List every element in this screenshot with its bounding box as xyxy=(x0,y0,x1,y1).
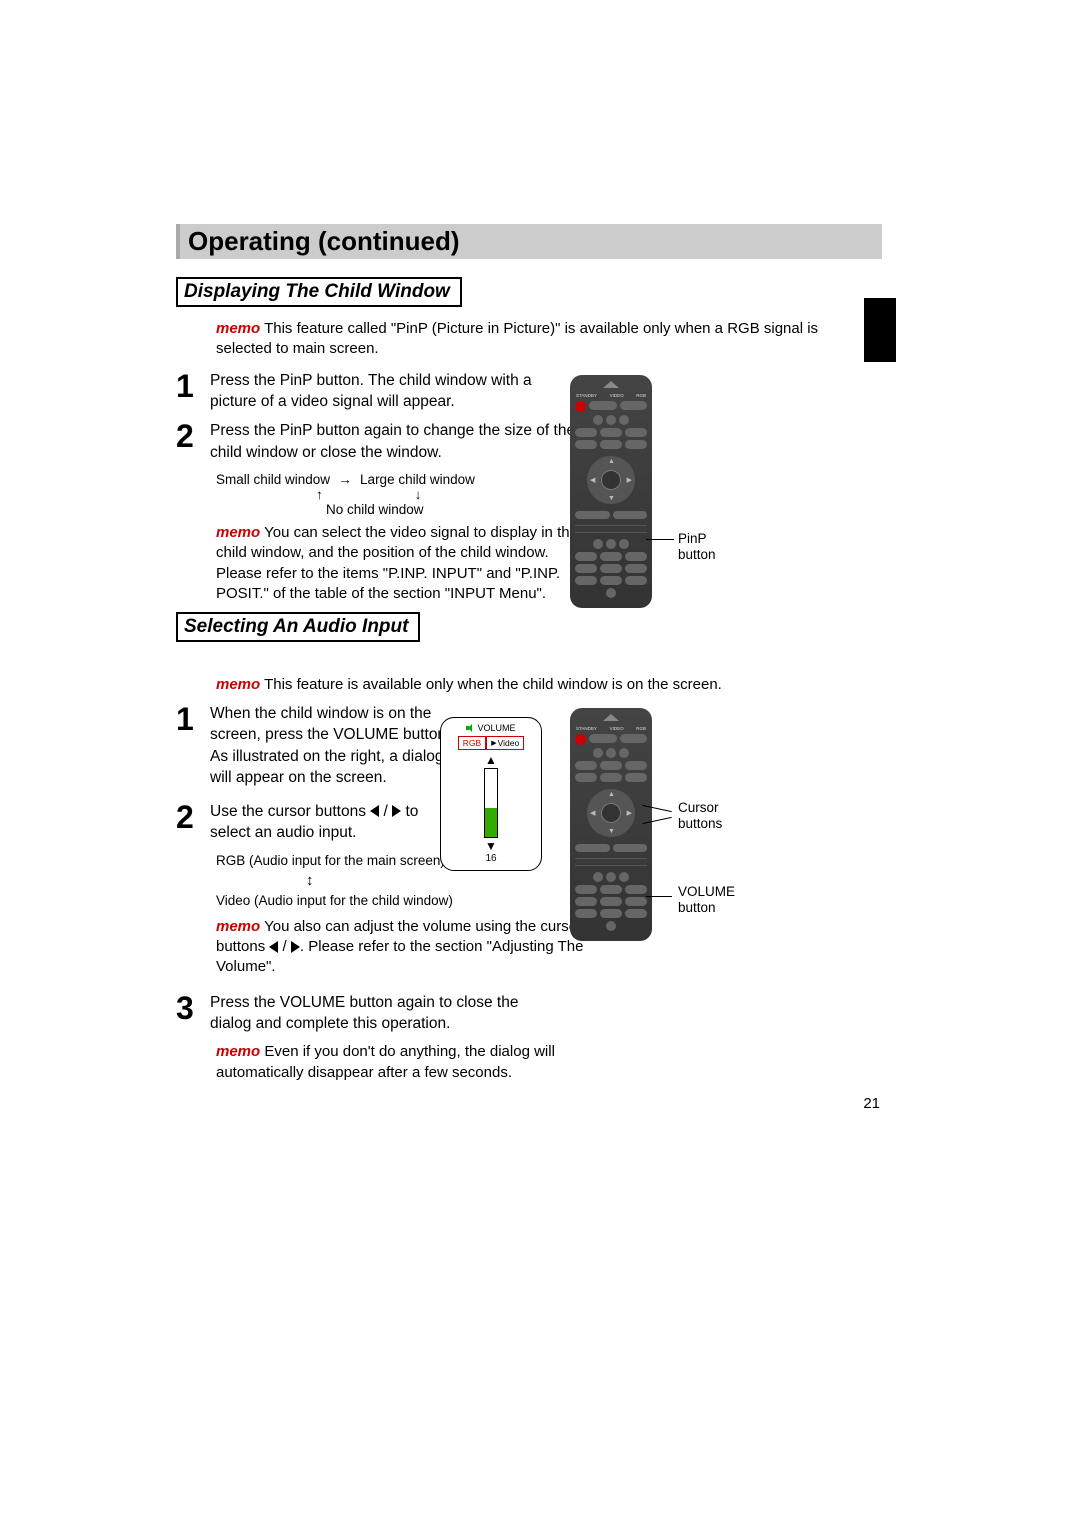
step-a2-body: Press the PinP button again to change th… xyxy=(210,420,580,463)
arrow-down-icon: ↓ xyxy=(415,487,422,502)
step-a1-num: 1 xyxy=(176,370,210,413)
subheading-audio-input: Selecting An Audio Input xyxy=(176,612,420,642)
remote-emitter-icon xyxy=(603,381,619,388)
cursor-right-icon xyxy=(291,941,300,953)
cursor-right-icon xyxy=(392,805,401,817)
standby-button-icon xyxy=(575,734,586,745)
memo-b3: memo Even if you don't do anything, the … xyxy=(216,1042,576,1083)
memo-label: memo xyxy=(216,676,260,693)
callout-pinp: PinP button xyxy=(678,531,716,563)
triangle-down-icon: ▼ xyxy=(447,840,535,852)
step-b2-num: 2 xyxy=(176,801,210,844)
volume-bar xyxy=(484,768,498,838)
step-a2-num: 2 xyxy=(176,420,210,463)
memo-a2: memo You can select the video signal to … xyxy=(216,523,596,604)
step-b3-num: 3 xyxy=(176,992,210,1035)
step-b1-num: 1 xyxy=(176,703,210,789)
remote-emitter-icon xyxy=(603,714,619,721)
cursor-left-icon xyxy=(269,941,278,953)
page-title: Operating (continued) xyxy=(176,224,882,259)
memo-label: memo xyxy=(216,918,260,935)
step-b2-body: Use the cursor buttons / to select an au… xyxy=(210,801,460,844)
step-a1-body: Press the PinP button. The child window … xyxy=(210,370,580,413)
osd-video: ▶Video xyxy=(486,736,524,750)
cycle-left: Small child window xyxy=(216,472,330,487)
remote-illustration-b: STANDBYVIDEORGB ▲ ▼ ◀ ▶ xyxy=(570,708,652,941)
memo-label: memo xyxy=(216,320,260,337)
intro-b-text: This feature is available only when the … xyxy=(264,676,722,693)
volume-value: 16 xyxy=(447,853,535,864)
step-b3-body: Press the VOLUME button again to close t… xyxy=(210,992,550,1035)
subheading-child-window: Displaying The Child Window xyxy=(176,277,462,307)
arrow-right-icon: → xyxy=(338,471,352,487)
cursor-left-icon xyxy=(370,805,379,817)
step-b1-body: When the child window is on the screen, … xyxy=(210,703,460,789)
audio-map-top: RGB (Audio input for the main screen) xyxy=(216,851,892,871)
intro-a-text: This feature called "PinP (Picture in Pi… xyxy=(216,320,818,357)
memo-label: memo xyxy=(216,524,260,541)
cycle-right: Large child window xyxy=(360,472,475,487)
speaker-icon xyxy=(466,724,474,732)
intro-b: memo This feature is available only when… xyxy=(216,676,776,693)
cycle-bottom: No child window xyxy=(326,502,606,517)
disc-pad-icon: ▲ ▼ ◀ ▶ xyxy=(587,456,635,504)
audio-map-bot: Video (Audio input for the child window) xyxy=(216,891,892,911)
memo-label: memo xyxy=(216,1043,260,1060)
volume-osd: VOLUME RGB ▶Video ▲ ▼ 16 xyxy=(440,717,542,871)
intro-a: memo This feature called "PinP (Picture … xyxy=(216,319,856,360)
callout-cursor: Cursor buttons xyxy=(678,800,722,832)
remote-illustration-a: STANDBYVIDEORGB ▲ ▼ ◀ ▶ xyxy=(570,375,652,608)
disc-pad-icon: ▲ ▼ ◀ ▶ xyxy=(587,789,635,837)
standby-button-icon xyxy=(575,401,586,412)
arrow-up-icon: ↑ xyxy=(316,487,323,502)
callout-volume: VOLUME button xyxy=(678,884,735,916)
memo-b2: memo You also can adjust the volume usin… xyxy=(216,917,596,978)
triangle-up-icon: ▲ xyxy=(447,754,535,766)
memo-a2-text: You can select the video signal to displ… xyxy=(216,524,578,602)
osd-rgb: RGB xyxy=(458,736,486,750)
cycle-diagram: Small child window → Large child window … xyxy=(216,471,606,517)
page-number: 21 xyxy=(863,1095,880,1112)
